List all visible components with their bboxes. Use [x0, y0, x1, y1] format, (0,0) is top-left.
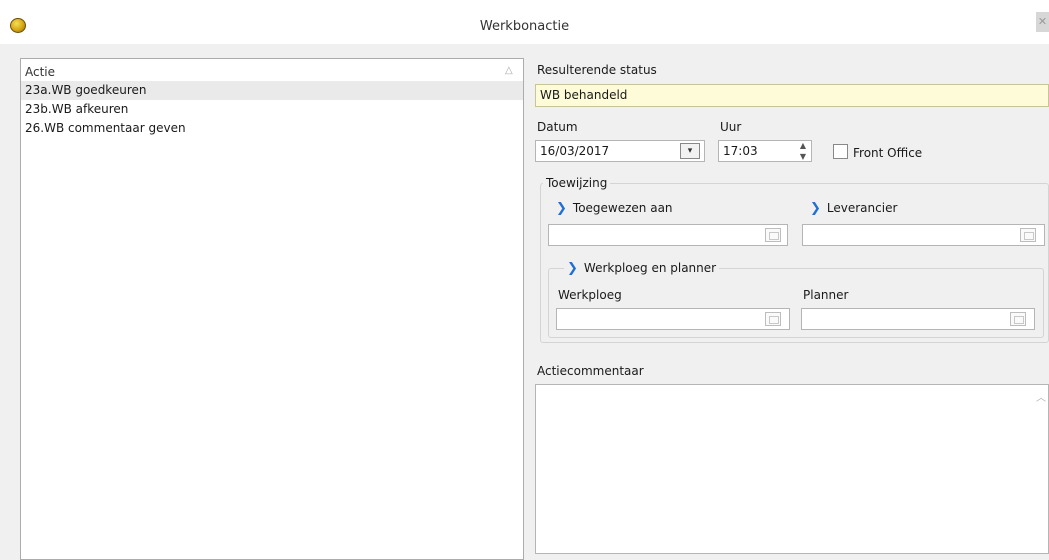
column-header-actie[interactable]: Actie	[25, 65, 55, 79]
action-list[interactable]: Actie △ 23a.WB goedkeuren 23b.WB afkeure…	[20, 58, 524, 560]
status-field: WB behandeld	[535, 84, 1049, 107]
calendar-dropdown-icon[interactable]: ▾	[680, 143, 700, 159]
comment-textarea[interactable]	[535, 384, 1049, 554]
supplier-lookup-icon[interactable]	[1020, 228, 1036, 242]
sort-indicator-icon: △	[505, 65, 513, 76]
scroll-up-icon[interactable]: ︿	[1036, 389, 1046, 404]
assignment-group-title: Toewijzing	[543, 176, 611, 190]
assigned-to-label[interactable]: Toegewezen aan	[573, 201, 673, 215]
chevron-right-icon: ❯	[556, 201, 567, 216]
list-header[interactable]: Actie △	[21, 59, 523, 81]
chevron-right-icon: ❯	[567, 261, 578, 276]
supplier-field[interactable]	[802, 224, 1045, 246]
planner-lookup-icon[interactable]	[1010, 312, 1026, 326]
comment-label: Actiecommentaar	[537, 364, 644, 378]
window-title: Werkbonactie	[479, 19, 570, 34]
planner-label: Planner	[803, 288, 849, 302]
date-label: Datum	[537, 120, 578, 134]
status-label: Resulterende status	[537, 63, 657, 77]
front-office-checkbox[interactable]	[833, 144, 848, 159]
supplier-label[interactable]: Leverancier	[827, 201, 897, 215]
crew-planner-label[interactable]: Werkploeg en planner	[584, 261, 716, 275]
assigned-to-link[interactable]: ❯ Toegewezen aan	[556, 201, 673, 216]
supplier-link[interactable]: ❯ Leverancier	[810, 201, 897, 216]
assigned-to-lookup-icon[interactable]	[765, 228, 781, 242]
crew-label: Werkploeg	[558, 288, 622, 302]
close-button[interactable]: ✕	[1036, 12, 1049, 32]
assigned-to-field[interactable]	[548, 224, 788, 246]
crew-lookup-icon[interactable]	[765, 312, 781, 326]
crew-field[interactable]	[556, 308, 790, 330]
list-item-commentaar[interactable]: 26.WB commentaar geven	[21, 119, 523, 138]
time-spinner-icon[interactable]: ▲ ▼	[796, 140, 810, 162]
list-item-afkeuren[interactable]: 23b.WB afkeuren	[21, 100, 523, 119]
planner-field[interactable]	[801, 308, 1035, 330]
crew-planner-link[interactable]: ❯ Werkploeg en planner	[564, 261, 720, 276]
list-item-goedkeuren[interactable]: 23a.WB goedkeuren	[21, 81, 523, 100]
time-label: Uur	[720, 120, 742, 134]
front-office-label[interactable]: Front Office	[853, 146, 922, 160]
title-bar: Werkbonactie ✕	[0, 0, 1049, 44]
chevron-right-icon: ❯	[810, 201, 821, 216]
